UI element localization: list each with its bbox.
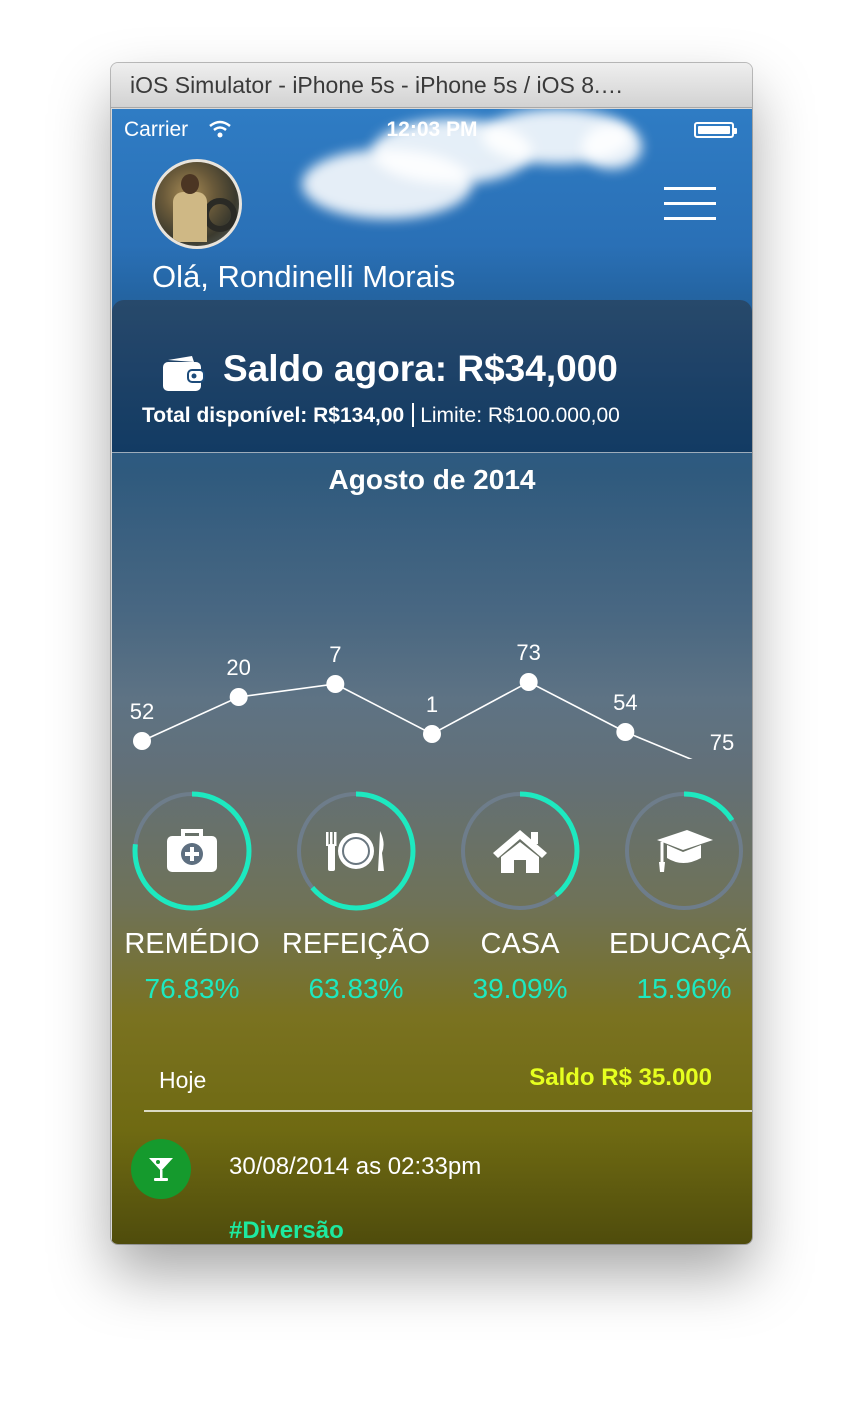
data-point[interactable] [229, 688, 248, 706]
plate-cutlery-icon [294, 789, 418, 913]
data-label: 54 [613, 690, 637, 715]
separator [412, 403, 415, 427]
total-available: Total disponível: R$134,00 [142, 404, 405, 427]
data-point[interactable] [326, 675, 345, 693]
data-label: 75 [710, 730, 734, 755]
hamburger-menu-icon[interactable] [664, 187, 716, 221]
data-label: 20 [226, 655, 250, 680]
data-point[interactable] [423, 725, 441, 743]
status-time: 12:03 PM [386, 118, 478, 141]
category-ring[interactable] [294, 789, 418, 913]
data-label: 52 [130, 699, 154, 724]
data-label: 1 [426, 692, 438, 717]
category-percent: 39.09% [472, 973, 568, 1004]
data-point[interactable] [616, 723, 635, 741]
transaction-date[interactable]: 30/08/2014 as 02:33pm [229, 1153, 481, 1181]
status-bar: Carrier 12:03 PM [112, 109, 752, 149]
simulator-window: iOS Simulator - iPhone 5s - iPhone 5s / … [111, 63, 752, 1244]
category-label: REMÉDIO [124, 928, 260, 960]
cocktail-icon[interactable] [131, 1139, 191, 1199]
wallet-icon [163, 356, 205, 391]
data-point[interactable] [133, 732, 151, 750]
day-label: Hoje [159, 1067, 207, 1093]
category-item[interactable]: EDUCAÇÃO 15.96% [609, 789, 752, 1005]
day-balance: Saldo R$ 35.000 [529, 1064, 712, 1091]
balance-headline: Saldo agora: R$34,000 [223, 348, 618, 389]
transaction-tag[interactable]: #Diversão [229, 1217, 344, 1244]
window-title: iOS Simulator - iPhone 5s - iPhone 5s / … [111, 63, 752, 108]
category-percent: 15.96% [636, 973, 732, 1004]
balance-card: Saldo agora: R$34,000 Total disponível: … [112, 300, 752, 453]
battery-icon [694, 122, 737, 138]
data-label: 73 [516, 640, 540, 665]
chart-title: Agosto de 2014 [328, 464, 536, 495]
graduation-cap-icon [622, 789, 746, 913]
category-percent: 76.83% [144, 973, 240, 1004]
category-label: REFEIÇÃO [281, 928, 431, 960]
category-item[interactable]: REFEIÇÃO 63.83% [281, 789, 431, 1005]
data-label: 7 [329, 642, 341, 667]
category-percent: 63.83% [308, 973, 404, 1004]
category-ring[interactable] [130, 789, 254, 913]
balance-details: Total disponível: R$134,00 Limite: R$100.… [142, 403, 620, 428]
category-label: CASA [480, 928, 560, 960]
avatar[interactable] [152, 159, 242, 249]
house-icon [458, 789, 582, 913]
divider [144, 1110, 752, 1112]
category-label: EDUCAÇÃO [609, 928, 752, 960]
category-item[interactable]: CASA 39.09% [445, 789, 595, 1005]
category-ring[interactable] [458, 789, 582, 913]
category-item[interactable]: REMÉDIO 76.83% [117, 789, 267, 1005]
line-chart: 52182000729108731954017521 [130, 640, 734, 759]
category-ring[interactable] [622, 789, 746, 913]
first-aid-kit-icon [130, 789, 254, 913]
data-point[interactable] [519, 673, 538, 691]
phone-screen: Carrier 12:03 PM Olá, Rondinelli Morais … [112, 109, 752, 1244]
greeting: Olá, Rondinelli Morais [152, 259, 456, 294]
credit-limit: Limite: R$100.000,00 [420, 404, 620, 427]
